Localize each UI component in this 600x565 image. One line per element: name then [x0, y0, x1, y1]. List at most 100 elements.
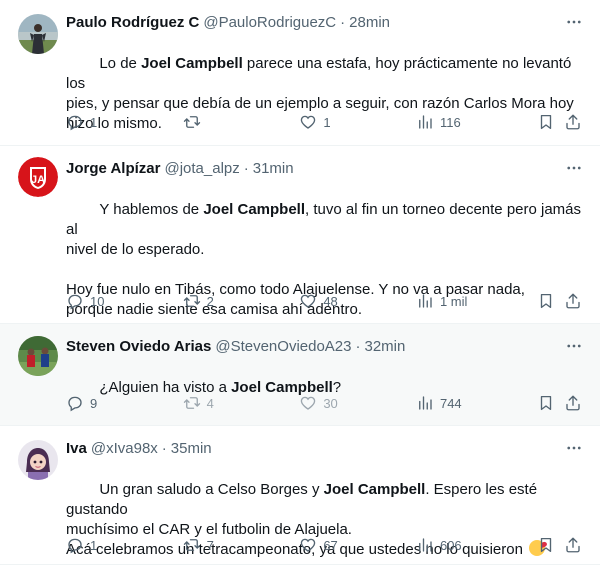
user-name[interactable]: Paulo Rodríguez C: [66, 14, 199, 31]
tweet-feed: Paulo Rodríguez C @PauloRodriguezC · 28m…: [0, 0, 600, 565]
user-name[interactable]: Iva: [66, 440, 87, 457]
more-icon[interactable]: [564, 438, 584, 458]
views-icon: [419, 538, 432, 552]
action-bar: 1 7 67 606: [66, 535, 584, 555]
reply-icon: [68, 396, 82, 412]
user-handle[interactable]: @jota_alpz: [164, 160, 239, 177]
user-handle[interactable]: @StevenOviedoA23: [215, 338, 351, 355]
views-button[interactable]: 116: [416, 113, 537, 131]
share-button[interactable]: [564, 113, 584, 131]
reply-count: 1: [90, 114, 98, 130]
separator-dot: ·: [161, 439, 167, 457]
tweet-text: Y hablemos de Joel Campbell, tuvo al fin…: [66, 180, 584, 340]
tweet-header: Steven Oviedo Arias @StevenOviedoA23 · 3…: [66, 336, 584, 356]
share-button[interactable]: [564, 536, 584, 554]
text-segment: Y hablemos de: [99, 201, 204, 218]
bookmark-button[interactable]: [537, 394, 565, 412]
tweet-header: Paulo Rodríguez C @PauloRodriguezC · 28m…: [66, 12, 584, 32]
retweet-icon: [183, 397, 200, 409]
reply-count: 1: [90, 537, 98, 553]
like-count: 30: [323, 395, 338, 411]
user-handle[interactable]: @xIva98x: [91, 440, 158, 457]
views-count: 1 mil: [439, 293, 468, 309]
retweet-button[interactable]: 7: [183, 536, 300, 554]
bookmark-icon: [540, 537, 551, 553]
bookmark-button[interactable]: [537, 113, 565, 131]
retweet-count: 2: [206, 293, 214, 309]
like-button[interactable]: 48: [299, 292, 416, 310]
separator-dot: ·: [340, 13, 346, 31]
timestamp[interactable]: 35min: [171, 440, 212, 457]
like-count: 1: [323, 114, 331, 130]
avatar[interactable]: JA: [18, 157, 58, 197]
like-button[interactable]: 30: [299, 394, 416, 412]
tweet-text: Lo de Joel Campbell parece una estafa, h…: [66, 34, 584, 154]
retweet-button[interactable]: [183, 113, 300, 131]
views-icon: [419, 294, 432, 308]
retweet-icon: [183, 295, 200, 307]
views-icon: [419, 115, 432, 129]
text-segment: Lo de: [99, 55, 142, 72]
tweet[interactable]: JA Jorge Alpízar @jota_alpz · 31min Y ha…: [0, 146, 600, 324]
timestamp[interactable]: 32min: [365, 338, 406, 355]
avatar[interactable]: [18, 336, 58, 376]
like-icon: [301, 294, 316, 308]
reply-button[interactable]: 1: [66, 536, 183, 554]
tweet[interactable]: Steven Oviedo Arias @StevenOviedoA23 · 3…: [0, 324, 600, 426]
views-button[interactable]: 744: [416, 394, 537, 412]
views-button[interactable]: 1 mil: [416, 292, 537, 310]
share-icon: [566, 114, 580, 130]
tweet-header: Jorge Alpízar @jota_alpz · 31min: [66, 158, 584, 178]
like-icon: [301, 115, 316, 129]
tweet[interactable]: Paulo Rodríguez C @PauloRodriguezC · 28m…: [0, 0, 600, 146]
like-count: 67: [323, 537, 338, 553]
more-icon[interactable]: [564, 158, 584, 178]
views-count: 606: [439, 537, 462, 553]
user-name[interactable]: Steven Oviedo Arias: [66, 338, 211, 355]
bookmark-icon: [540, 293, 551, 309]
bookmark-icon: [540, 114, 551, 130]
retweet-button[interactable]: 4: [183, 394, 300, 412]
highlighted-name: Joel Campbell: [203, 201, 306, 218]
more-icon[interactable]: [564, 336, 584, 356]
views-icon: [419, 396, 432, 410]
bookmark-button[interactable]: [537, 536, 565, 554]
share-button[interactable]: [564, 292, 584, 310]
reply-button[interactable]: 10: [66, 292, 183, 310]
reply-count: 9: [90, 395, 98, 411]
user-handle[interactable]: @PauloRodriguezC: [203, 14, 336, 31]
views-button[interactable]: 606: [416, 536, 537, 554]
retweet-count: 4: [206, 395, 214, 411]
like-button[interactable]: 67: [299, 536, 416, 554]
highlighted-name: Joel Campbell: [141, 55, 243, 72]
share-icon: [566, 537, 580, 553]
bookmark-button[interactable]: [537, 292, 565, 310]
avatar[interactable]: [18, 440, 58, 480]
retweet-button[interactable]: 2: [183, 292, 300, 310]
more-icon[interactable]: [564, 12, 584, 32]
action-bar: 10 2 48 1 mil: [66, 291, 584, 311]
action-bar: 9 4 30 744: [66, 393, 584, 413]
timestamp[interactable]: 31min: [253, 160, 294, 177]
reply-icon: [68, 115, 82, 131]
reply-icon: [68, 538, 82, 554]
action-bar: 1 1 116: [66, 112, 584, 132]
like-icon: [301, 538, 316, 552]
separator-dot: ·: [355, 337, 361, 355]
retweet-icon: [183, 116, 200, 128]
tweet[interactable]: Iva @xIva98x · 35min Un gran saludo a Ce…: [0, 426, 600, 565]
svg-text:JA: JA: [31, 174, 45, 186]
tweet-header: Iva @xIva98x · 35min: [66, 438, 584, 458]
reply-button[interactable]: 9: [66, 394, 183, 412]
avatar[interactable]: [18, 14, 58, 54]
like-icon: [301, 396, 316, 410]
like-count: 48: [323, 293, 338, 309]
reply-button[interactable]: 1: [66, 113, 183, 131]
timestamp[interactable]: 28min: [349, 14, 390, 31]
share-icon: [566, 293, 580, 309]
share-button[interactable]: [564, 394, 584, 412]
like-button[interactable]: 1: [299, 113, 416, 131]
user-name[interactable]: Jorge Alpízar: [66, 160, 160, 177]
text-segment: Un gran saludo a Celso Borges y: [99, 481, 324, 498]
views-count: 116: [439, 114, 461, 130]
